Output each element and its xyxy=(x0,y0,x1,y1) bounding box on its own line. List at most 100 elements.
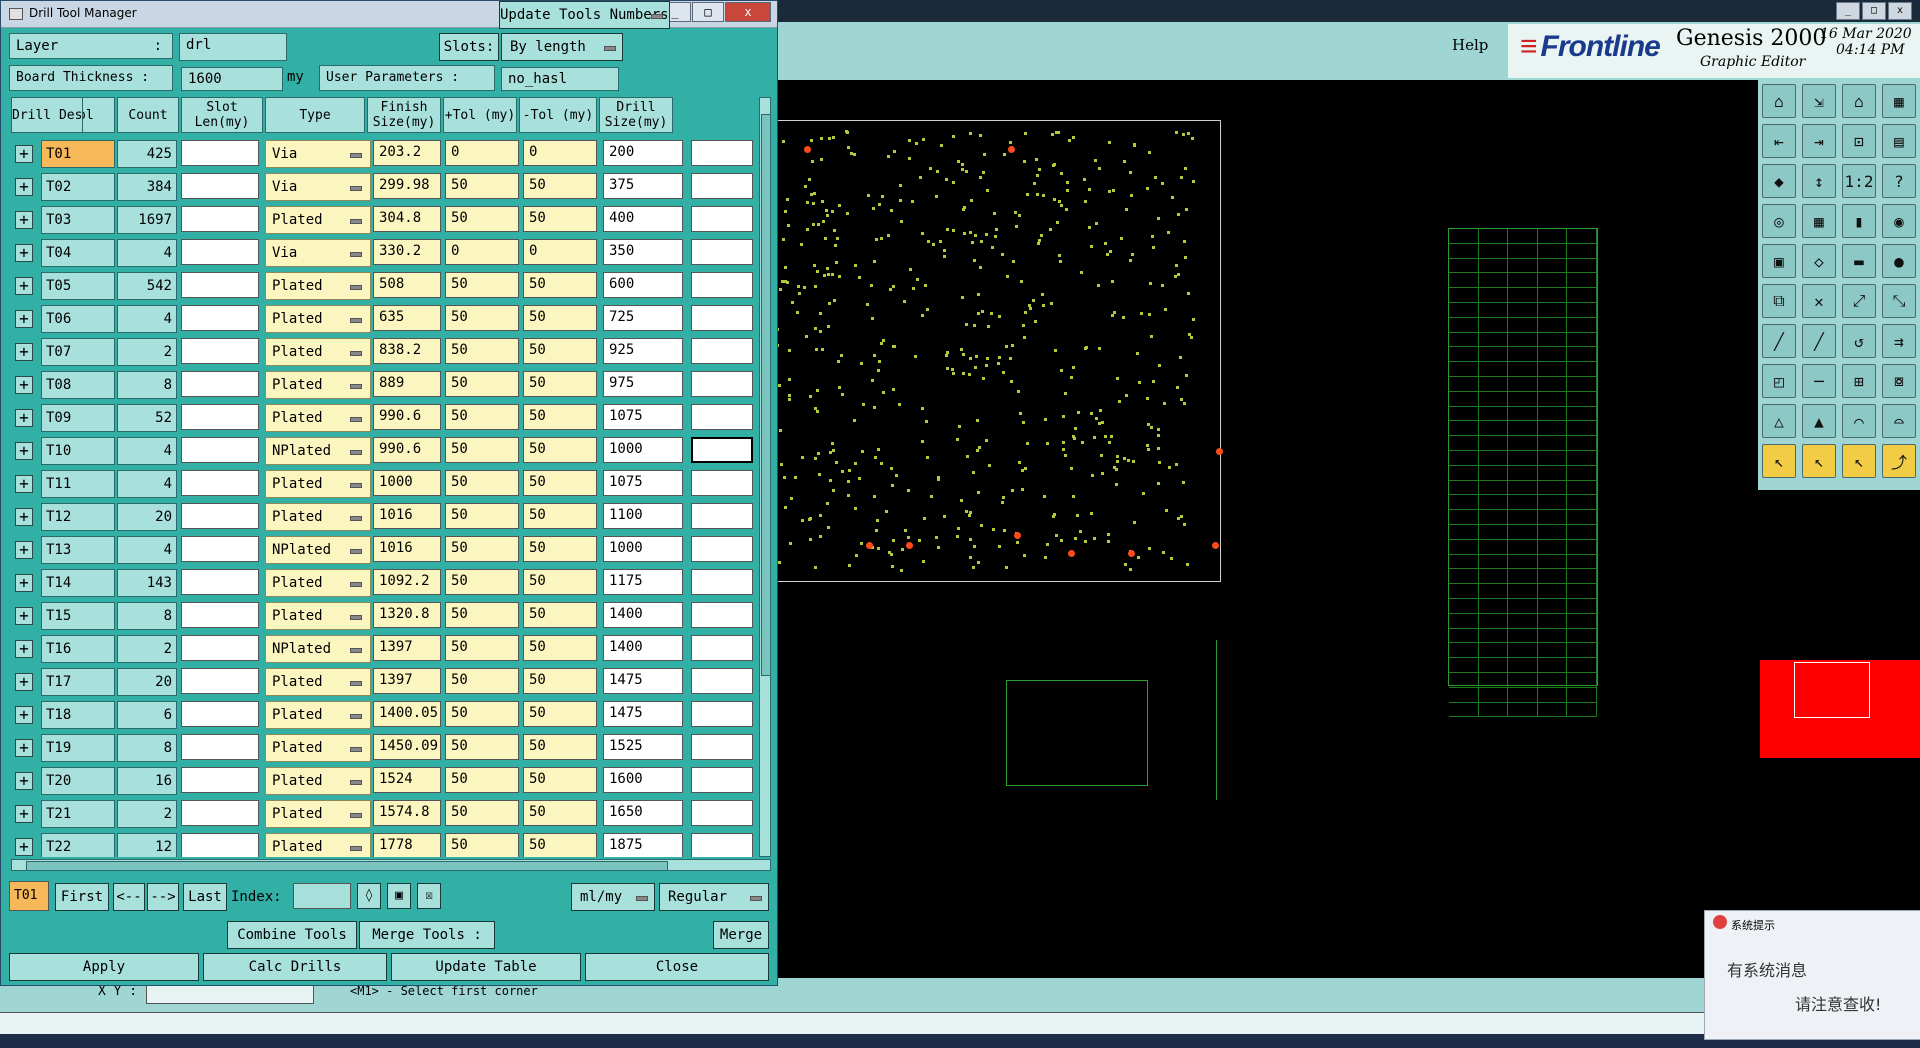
circle-icon[interactable]: ▣ xyxy=(1762,244,1796,278)
units-dropdown[interactable]: ml/my xyxy=(571,883,655,911)
finish-size-input[interactable]: 1574.8 xyxy=(373,800,441,826)
user-parameters-input[interactable]: no_hasl xyxy=(501,67,619,91)
drill-size-input[interactable]: 1400 xyxy=(603,602,683,628)
type-dropdown[interactable]: Plated xyxy=(265,701,371,729)
type-dropdown[interactable]: NPlated xyxy=(265,437,371,465)
cursor-icon[interactable]: ↖ xyxy=(1842,444,1876,478)
lightbulb-icon[interactable]: ◊ xyxy=(357,883,381,909)
tool-cell[interactable]: T17 xyxy=(41,668,115,696)
minus-tol-input[interactable]: 50 xyxy=(523,668,597,694)
drill-des-input[interactable] xyxy=(691,503,753,529)
plus-tol-input[interactable]: 50 xyxy=(445,536,519,562)
horizontal-scroll-thumb[interactable] xyxy=(26,861,668,871)
expand-icon[interactable]: + xyxy=(15,310,33,328)
finish-size-input[interactable]: 1016 xyxy=(373,536,441,562)
drill-size-input[interactable]: 375 xyxy=(603,173,683,199)
close-icon[interactable]: x xyxy=(1888,2,1912,20)
arc-a-icon[interactable]: ⌓ xyxy=(1882,404,1916,438)
drill-size-input[interactable]: 1875 xyxy=(603,833,683,857)
finish-size-input[interactable]: 1524 xyxy=(373,767,441,793)
plus-tol-input[interactable]: 50 xyxy=(445,767,519,793)
slot-length-input[interactable] xyxy=(181,305,259,331)
link-icon[interactable]: ⤢ xyxy=(1842,284,1876,318)
drill-size-input[interactable]: 1075 xyxy=(603,470,683,496)
type-dropdown[interactable]: Plated xyxy=(265,767,371,795)
expand-icon[interactable]: + xyxy=(15,178,33,196)
finish-size-input[interactable]: 1397 xyxy=(373,635,441,661)
tool-cell[interactable]: T06 xyxy=(41,305,115,333)
drill-size-input[interactable]: 1475 xyxy=(603,701,683,727)
plus-tol-input[interactable]: 50 xyxy=(445,833,519,857)
last-button[interactable]: Last xyxy=(183,883,227,911)
drill-des-input[interactable] xyxy=(691,173,753,199)
plus-tol-input[interactable]: 50 xyxy=(445,338,519,364)
graphic-canvas[interactable] xyxy=(776,80,1760,976)
tool-cell[interactable]: T18 xyxy=(41,701,115,729)
minus-tol-input[interactable]: 50 xyxy=(523,833,597,857)
expand-icon[interactable]: + xyxy=(15,772,33,790)
combine-tools-button[interactable]: Combine Tools xyxy=(227,921,357,949)
drill-size-input[interactable]: 1650 xyxy=(603,800,683,826)
slot-length-input[interactable] xyxy=(181,437,259,463)
tool-cell[interactable]: T16 xyxy=(41,635,115,663)
expand-icon[interactable]: + xyxy=(15,277,33,295)
slot-length-input[interactable] xyxy=(181,206,259,232)
diag-icon[interactable]: ╱ xyxy=(1802,324,1836,358)
tool-cell[interactable]: T04 xyxy=(41,239,115,267)
drill-des-input[interactable] xyxy=(691,767,753,793)
net-icon[interactable]: ◉ xyxy=(1882,204,1916,238)
type-dropdown[interactable]: Plated xyxy=(265,569,371,597)
minus-tol-input[interactable]: 50 xyxy=(523,569,597,595)
drill-des-input[interactable] xyxy=(691,734,753,760)
minus-tol-input[interactable]: 50 xyxy=(523,404,597,430)
edit-icon[interactable]: ◇ xyxy=(1802,244,1836,278)
scale-icon[interactable]: 1:2 xyxy=(1842,164,1876,198)
type-dropdown[interactable]: Plated xyxy=(265,800,371,828)
home-icon[interactable]: ⌂ xyxy=(1762,84,1796,118)
expand-icon[interactable]: + xyxy=(15,343,33,361)
drill-size-input[interactable]: 1000 xyxy=(603,536,683,562)
minus-tol-input[interactable]: 0 xyxy=(523,140,597,166)
minus-tol-input[interactable]: 50 xyxy=(523,503,597,529)
drill-des-input[interactable] xyxy=(691,800,753,826)
finish-size-input[interactable]: 1450.09 xyxy=(373,734,441,760)
minus-tol-input[interactable]: 50 xyxy=(523,701,597,727)
type-dropdown[interactable]: NPlated xyxy=(265,635,371,663)
table-vertical-scrollbar[interactable] xyxy=(759,97,771,857)
finish-size-input[interactable]: 990.6 xyxy=(373,404,441,430)
expand-icon[interactable]: + xyxy=(15,574,33,592)
select-icon[interactable]: ↖ xyxy=(1802,444,1836,478)
drill-size-input[interactable]: 1000 xyxy=(603,437,683,463)
drill-size-input[interactable]: 1400 xyxy=(603,635,683,661)
shape-icon[interactable]: ◰ xyxy=(1762,364,1796,398)
close-dialog-button[interactable]: Close xyxy=(585,953,769,981)
drill-des-input[interactable] xyxy=(691,305,753,331)
slot-length-input[interactable] xyxy=(181,404,259,430)
drill-des-input[interactable] xyxy=(691,437,753,463)
expand-icon[interactable]: + xyxy=(15,244,33,262)
tool-cell[interactable]: T05 xyxy=(41,272,115,300)
slot-length-input[interactable] xyxy=(181,800,259,826)
slot-length-input[interactable] xyxy=(181,767,259,793)
finish-size-input[interactable]: 203.2 xyxy=(373,140,441,166)
drill-des-input[interactable] xyxy=(691,206,753,232)
drill-des-input[interactable] xyxy=(691,272,753,298)
pad-icon[interactable]: ▮ xyxy=(1842,204,1876,238)
type-dropdown[interactable]: Plated xyxy=(265,206,371,234)
minus-tol-input[interactable]: 50 xyxy=(523,800,597,826)
slot-length-input[interactable] xyxy=(181,338,259,364)
prev-button[interactable]: <-- xyxy=(113,883,145,911)
minus-tol-input[interactable]: 50 xyxy=(523,206,597,232)
type-dropdown[interactable]: Plated xyxy=(265,602,371,630)
type-dropdown[interactable]: Via xyxy=(265,140,371,168)
expand-icon[interactable]: + xyxy=(15,607,33,625)
group-icon[interactable]: ⧇ xyxy=(1882,364,1916,398)
slot-length-input[interactable] xyxy=(181,569,259,595)
slot-length-input[interactable] xyxy=(181,833,259,857)
type-dropdown[interactable]: Plated xyxy=(265,668,371,696)
finish-size-input[interactable]: 990.6 xyxy=(373,437,441,463)
minus-tol-input[interactable]: 50 xyxy=(523,437,597,463)
finish-size-input[interactable]: 889 xyxy=(373,371,441,397)
minus-tol-input[interactable]: 50 xyxy=(523,602,597,628)
board-thickness-input[interactable]: 1600 xyxy=(181,67,283,91)
